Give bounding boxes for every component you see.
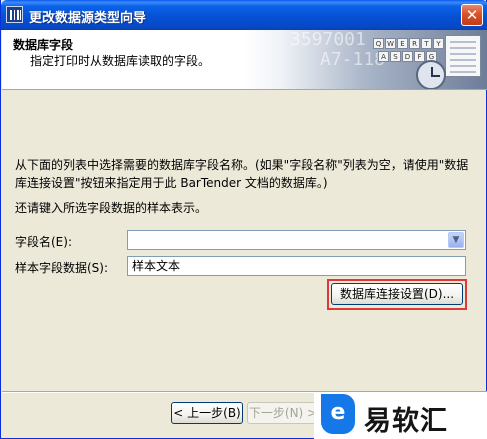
keycap: F bbox=[414, 51, 425, 62]
page-subheading: 指定打印时从数据库读取的字段。 bbox=[30, 54, 211, 68]
keycap: T bbox=[421, 38, 432, 49]
close-button[interactable]: ✕ bbox=[461, 4, 483, 26]
close-icon: ✕ bbox=[465, 6, 479, 24]
chevron-down-icon: ▼ bbox=[452, 235, 460, 245]
field-name-label: 字段名(E): bbox=[15, 235, 72, 249]
title-bar[interactable]: 更改数据源类型向导 ✕ bbox=[1, 0, 487, 30]
window-title: 更改数据源类型向导 bbox=[29, 11, 147, 26]
sample-data-label: 样本字段数据(S): bbox=[15, 261, 109, 275]
wizard-header: 3597001 A7-118 数据库字段 指定打印时从数据库读取的字段。 Q W… bbox=[2, 30, 487, 90]
keycap: Y bbox=[433, 38, 444, 49]
field-name-dropdown[interactable]: ▼ bbox=[127, 230, 466, 250]
keycap: E bbox=[397, 38, 408, 49]
highlight-annotation bbox=[327, 279, 467, 310]
keycap: R bbox=[409, 38, 420, 49]
app-icon bbox=[6, 6, 23, 23]
wizard-window: 更改数据源类型向导 ✕ 3597001 A7-118 数据库字段 指定打印时从数… bbox=[0, 0, 487, 439]
sample-data-input[interactable]: 样本文本 bbox=[127, 256, 466, 276]
keycap: A bbox=[378, 51, 389, 62]
dropdown-button[interactable]: ▼ bbox=[448, 232, 464, 248]
page-heading: 数据库字段 bbox=[13, 38, 74, 52]
spreadsheet-icon bbox=[445, 35, 481, 77]
instruction-text: 还请键入所选字段数据的样本表示。 bbox=[15, 201, 208, 215]
keycap: D bbox=[402, 51, 413, 62]
clock-icon bbox=[416, 60, 446, 89]
keyboard-icon: Q W E R T Y A S D F G bbox=[373, 38, 451, 64]
keycap: S bbox=[390, 51, 401, 62]
next-button[interactable]: 下一步(N) > bbox=[247, 402, 319, 424]
watermark-logo-icon: e bbox=[321, 394, 355, 434]
back-button[interactable]: < 上一步(B) bbox=[171, 402, 243, 424]
decor-number: 3597001 bbox=[290, 30, 366, 50]
keycap: Q bbox=[373, 38, 384, 49]
watermark: e 易软汇 bbox=[314, 392, 487, 439]
watermark-text: 易软汇 bbox=[364, 406, 448, 437]
description-text: 从下面的列表中选择需要的数据库字段名称。(如果"字段名称"列表为空，请使用"数据… bbox=[15, 158, 469, 190]
keycap: W bbox=[385, 38, 396, 49]
